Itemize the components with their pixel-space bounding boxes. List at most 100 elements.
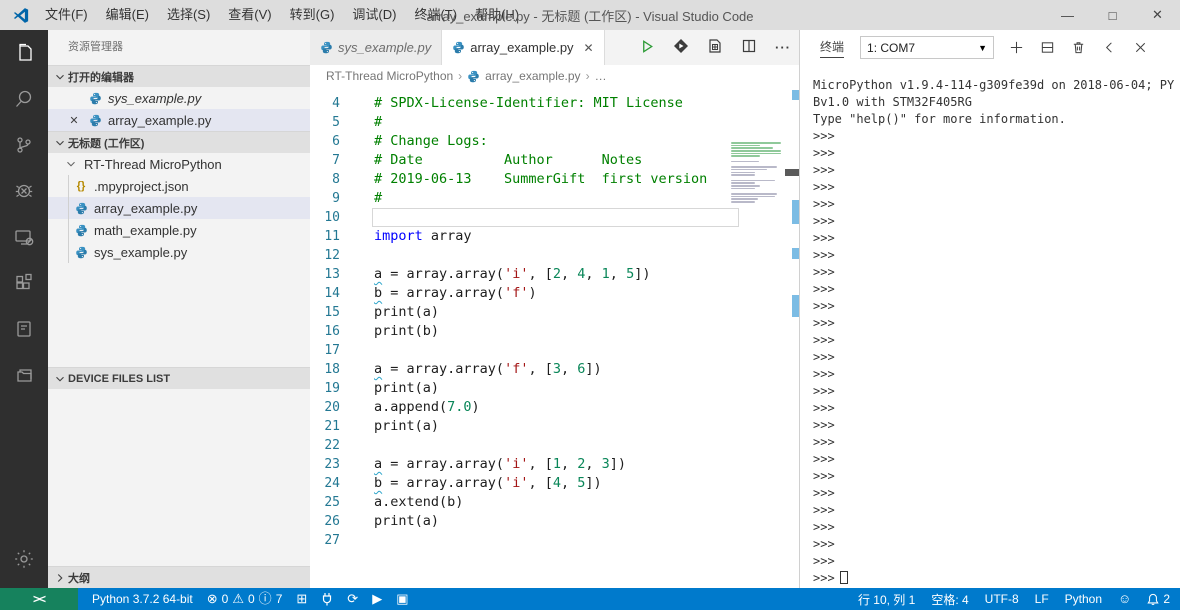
folders-icon[interactable]: [0, 352, 48, 398]
tree-file-item[interactable]: array_example.py: [48, 197, 310, 219]
more-actions-button[interactable]: ···: [775, 40, 791, 55]
menu-s[interactable]: 选择(S): [158, 0, 219, 30]
menu-g[interactable]: 转到(G): [281, 0, 344, 30]
code-line[interactable]: 22: [310, 436, 799, 455]
repl-prompt: >>>: [813, 384, 835, 398]
code-line[interactable]: 15 print(a): [310, 303, 799, 322]
plug-connect-button[interactable]: [321, 592, 333, 606]
section-outline[interactable]: 大纲: [48, 566, 310, 588]
code-line[interactable]: 7 # Date Author Notes: [310, 151, 799, 170]
breadcrumb-file[interactable]: array_example.py: [485, 69, 580, 83]
split-editor-button[interactable]: [741, 38, 757, 57]
notifications-bell[interactable]: 2: [1147, 592, 1170, 606]
section-device-files[interactable]: DEVICE FILES LIST: [48, 367, 310, 389]
menu-d[interactable]: 调试(D): [343, 0, 405, 30]
add-device-button[interactable]: ⊞: [296, 588, 307, 610]
overview-marker: [792, 200, 799, 224]
code-text: a.append(7.0): [374, 399, 480, 415]
title-bar: 文件(F) 编辑(E) 选择(S) 查看(V) 转到(G) 调试(D) 终端(T) 帮助(H)…: [0, 0, 1180, 30]
code-line[interactable]: 9 #: [310, 189, 799, 208]
menu-e[interactable]: 编辑(E): [97, 0, 158, 30]
problems-item[interactable]: ⊗ 0 ⚠ 0 ⓘ 7: [207, 588, 283, 610]
code-line[interactable]: 14 b = array.array('f'): [310, 284, 799, 303]
code-line[interactable]: 21 print(a): [310, 417, 799, 436]
dropdown-caret-icon: ▼: [978, 42, 988, 53]
split-terminal-button[interactable]: [1039, 40, 1055, 56]
new-terminal-button[interactable]: [1008, 40, 1024, 56]
gear-icon[interactable]: [0, 536, 48, 582]
device-icon[interactable]: [0, 214, 48, 260]
open-preview-button[interactable]: [707, 38, 723, 57]
maximize-button[interactable]: □: [1090, 0, 1135, 30]
code-line[interactable]: 6 # Change Logs:: [310, 132, 799, 151]
python-file-icon: [320, 41, 333, 54]
section-open-editors[interactable]: 打开的编辑器: [48, 65, 310, 87]
open-editor-item[interactable]: sys_example.py: [48, 87, 310, 109]
search-icon[interactable]: [0, 76, 48, 122]
tree-file-item[interactable]: {} .mpyproject.json: [48, 175, 310, 197]
breadcrumb-folder[interactable]: RT-Thread MicroPython: [326, 69, 453, 83]
repl-prompt: >>>: [813, 282, 835, 296]
python-interpreter-item[interactable]: Python 3.7.2 64-bit: [92, 592, 193, 606]
menu-v[interactable]: 查看(V): [219, 0, 280, 30]
minimap[interactable]: [731, 142, 783, 207]
sync-button[interactable]: ⟳: [347, 588, 358, 610]
tree-file-item[interactable]: sys_example.py: [48, 241, 310, 263]
code-line[interactable]: 4 # SPDX-License-Identifier: MIT License: [310, 94, 799, 113]
tree-folder-rtthread[interactable]: RT-Thread MicroPython: [48, 153, 310, 175]
code-line[interactable]: 27: [310, 531, 799, 550]
code-editor[interactable]: 4 # SPDX-License-Identifier: MIT License 5…: [310, 87, 799, 588]
eol-item[interactable]: LF: [1035, 592, 1049, 606]
remote-indicator[interactable]: ><: [0, 588, 78, 610]
code-line[interactable]: 26 print(a): [310, 512, 799, 531]
code-line[interactable]: 13 a = array.array('i', [2, 4, 1, 5]): [310, 265, 799, 284]
code-line[interactable]: 16 print(b): [310, 322, 799, 341]
breadcrumb-more[interactable]: …: [595, 69, 607, 83]
stop-button[interactable]: ▣: [396, 588, 408, 610]
code-line[interactable]: 18 a = array.array('f', [3, 6]): [310, 360, 799, 379]
code-line[interactable]: 20 a.append(7.0): [310, 398, 799, 417]
code-line[interactable]: 17: [310, 341, 799, 360]
code-line[interactable]: 25 a.extend(b): [310, 493, 799, 512]
extensions-icon[interactable]: [0, 260, 48, 306]
tree-file-item[interactable]: math_example.py: [48, 219, 310, 241]
debug-icon[interactable]: [0, 168, 48, 214]
source-control-icon[interactable]: [0, 122, 48, 168]
indentation-item[interactable]: 空格: 4: [931, 591, 968, 608]
cursor-position-item[interactable]: 行 10, 列 1: [858, 591, 915, 608]
code-line[interactable]: 11 import array: [310, 227, 799, 246]
run-button[interactable]: ▶: [372, 588, 382, 610]
close-icon[interactable]: ✕: [66, 114, 82, 127]
open-editor-item[interactable]: ✕ array_example.py: [48, 109, 310, 131]
code-line[interactable]: 12: [310, 246, 799, 265]
menu-f[interactable]: 文件(F): [36, 0, 97, 30]
explorer-icon[interactable]: [0, 30, 48, 76]
code-line[interactable]: 23 a = array.array('i', [1, 2, 3]): [310, 455, 799, 474]
section-workspace[interactable]: 无标题 (工作区): [48, 131, 310, 153]
tab-array-example[interactable]: array_example.py ✕: [442, 30, 605, 65]
code-line[interactable]: 5 #: [310, 113, 799, 132]
tab-sys-example[interactable]: sys_example.py: [310, 30, 443, 65]
language-mode-item[interactable]: Python: [1065, 592, 1102, 606]
code-line[interactable]: 10: [310, 208, 799, 227]
code-line[interactable]: 24 b = array.array('i', [4, 5]): [310, 474, 799, 493]
code-line[interactable]: 19 print(a): [310, 379, 799, 398]
run-file-button[interactable]: [640, 39, 655, 57]
chevron-left-icon[interactable]: [1101, 40, 1117, 56]
overview-marker: [792, 248, 799, 259]
minimize-button[interactable]: —: [1045, 0, 1090, 30]
tab-close-icon[interactable]: ✕: [584, 41, 594, 55]
feedback-smiley-icon[interactable]: ☺: [1118, 588, 1131, 610]
repl-prompt: >>>: [813, 350, 835, 364]
kill-terminal-button[interactable]: [1070, 40, 1086, 56]
tab-terminal[interactable]: 终端: [820, 38, 845, 58]
chevron-right-icon: [52, 571, 68, 585]
terminal-selector-dropdown[interactable]: 1: COM7 ▼: [860, 36, 995, 59]
sync-download-button[interactable]: [673, 38, 689, 57]
code-line[interactable]: 8 # 2019-06-13 SummerGift first version: [310, 170, 799, 189]
notebook-icon[interactable]: [0, 306, 48, 352]
close-panel-button[interactable]: [1132, 40, 1148, 56]
encoding-item[interactable]: UTF-8: [985, 592, 1019, 606]
close-button[interactable]: ✕: [1135, 0, 1180, 30]
terminal-output[interactable]: MicroPython v1.9.4-114-g309fe39d on 2018…: [800, 65, 1180, 588]
